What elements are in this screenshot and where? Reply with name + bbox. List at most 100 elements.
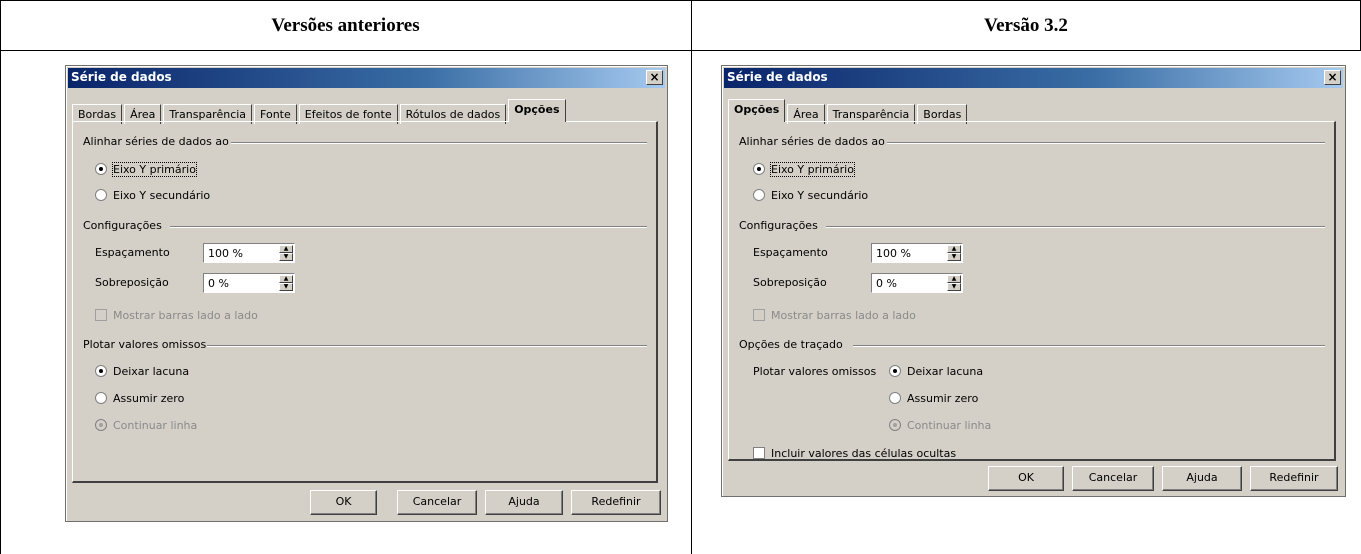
chevron-up-icon[interactable]: ▲ xyxy=(947,275,961,283)
checkbox-icon xyxy=(95,309,107,321)
divider xyxy=(207,345,647,347)
close-button[interactable]: × xyxy=(646,70,663,85)
tab-bar: Opções Área Transparência Bordas xyxy=(728,99,969,124)
radio-selected-icon xyxy=(95,365,107,377)
secondary-axis-radio[interactable]: Eixo Y secundário xyxy=(95,189,210,202)
overlap-stepper[interactable]: 0 % ▲ ▼ xyxy=(203,273,295,293)
align-group-label: Alinhar séries de dados ao xyxy=(739,135,885,148)
primary-axis-label: Eixo Y primário xyxy=(770,162,855,177)
title-bar[interactable]: Série de dados × xyxy=(724,68,1343,88)
spin-arrows: ▲ ▼ xyxy=(279,245,293,261)
divider xyxy=(887,142,1325,144)
missing-values-group-label: Plotar valores omissos xyxy=(83,338,207,351)
divider xyxy=(231,142,647,144)
dialog-title: Série de dados xyxy=(71,70,172,84)
continue-line-label: Continuar linha xyxy=(907,419,992,432)
chevron-down-icon[interactable]: ▼ xyxy=(279,283,293,291)
spin-arrows: ▲ ▼ xyxy=(279,275,293,291)
settings-group-label: Configurações xyxy=(83,219,162,232)
continue-line-radio[interactable]: Continuar linha xyxy=(889,419,991,432)
assume-zero-label: Assumir zero xyxy=(113,392,185,405)
spacing-label: Espaçamento xyxy=(95,246,170,259)
radio-selected-icon xyxy=(95,163,107,175)
leave-gap-radio[interactable]: Deixar lacuna xyxy=(95,365,189,378)
include-hidden-checkbox[interactable]: Incluir valores das células ocultas xyxy=(753,447,956,460)
spacing-value: 100 % xyxy=(208,247,243,260)
show-bars-checkbox[interactable]: Mostrar barras lado a lado xyxy=(753,309,916,322)
close-icon: × xyxy=(1327,70,1338,84)
missing-values-label: Plotar valores omissos xyxy=(753,365,877,378)
table-left-border xyxy=(0,0,1,554)
spacing-stepper[interactable]: 100 % ▲ ▼ xyxy=(871,243,963,263)
tab-options[interactable]: Opções xyxy=(508,99,566,122)
primary-axis-label: Eixo Y primário xyxy=(112,162,197,177)
continue-line-label: Continuar linha xyxy=(113,419,198,432)
cancel-button[interactable]: Cancelar xyxy=(1072,466,1154,491)
divider xyxy=(853,345,1325,347)
chevron-up-icon[interactable]: ▲ xyxy=(279,275,293,283)
continue-line-radio[interactable]: Continuar linha xyxy=(95,419,197,432)
radio-selected-icon xyxy=(889,365,901,377)
radio-icon xyxy=(95,392,107,404)
overlap-label: Sobreposição xyxy=(95,276,169,289)
dialog-title: Série de dados xyxy=(727,70,828,84)
tab-options[interactable]: Opções xyxy=(728,99,786,122)
column-header-new: Versão 3.2 xyxy=(984,15,1068,36)
ok-button[interactable]: OK xyxy=(988,466,1064,491)
cancel-button[interactable]: Cancelar xyxy=(397,490,477,515)
assume-zero-radio[interactable]: Assumir zero xyxy=(889,392,978,405)
close-icon: × xyxy=(649,70,660,84)
new-data-series-dialog: Série de dados × Opções Área Transparência… xyxy=(721,65,1346,497)
title-bar[interactable]: Série de dados × xyxy=(68,68,665,88)
help-button[interactable]: Ajuda xyxy=(485,490,563,515)
assume-zero-label: Assumir zero xyxy=(907,392,979,405)
table-column-divider xyxy=(691,0,692,554)
leave-gap-label: Deixar lacuna xyxy=(113,365,190,378)
help-button[interactable]: Ajuda xyxy=(1162,466,1242,491)
assume-zero-radio[interactable]: Assumir zero xyxy=(95,392,184,405)
show-bars-checkbox[interactable]: Mostrar barras lado a lado xyxy=(95,309,258,322)
align-group-label: Alinhar séries de dados ao xyxy=(83,135,229,148)
table-header-divider xyxy=(0,50,1361,51)
ok-button[interactable]: OK xyxy=(310,490,377,515)
spin-arrows: ▲ ▼ xyxy=(947,275,961,291)
divider xyxy=(170,226,647,228)
old-data-series-dialog: Série de dados × Bordas Área Transparência… xyxy=(65,65,668,522)
close-button[interactable]: × xyxy=(1324,70,1341,85)
spacing-value: 100 % xyxy=(876,247,911,260)
settings-group-label: Configurações xyxy=(739,219,818,232)
tab-bar: Bordas Área Transparência Fonte Efeitos de f… xyxy=(72,99,568,124)
options-panel: Alinhar séries de dados ao Eixo Y primár… xyxy=(728,121,1336,461)
spin-arrows: ▲ ▼ xyxy=(947,245,961,261)
chevron-up-icon[interactable]: ▲ xyxy=(279,245,293,253)
primary-axis-radio[interactable]: Eixo Y primário xyxy=(753,162,855,177)
leave-gap-label: Deixar lacuna xyxy=(907,365,984,378)
options-panel: Alinhar séries de dados ao Eixo Y primár… xyxy=(72,121,658,483)
spacing-stepper[interactable]: 100 % ▲ ▼ xyxy=(203,243,295,263)
secondary-axis-label: Eixo Y secundário xyxy=(113,189,211,202)
reset-button[interactable]: Redefinir xyxy=(571,490,661,515)
primary-axis-radio[interactable]: Eixo Y primário xyxy=(95,162,197,177)
table-top-border xyxy=(0,0,1361,1)
spacing-label: Espaçamento xyxy=(753,246,828,259)
overlap-stepper[interactable]: 0 % ▲ ▼ xyxy=(871,273,963,293)
column-header-old: Versões anteriores xyxy=(271,15,420,36)
secondary-axis-label: Eixo Y secundário xyxy=(771,189,869,202)
overlap-label: Sobreposição xyxy=(753,276,827,289)
leave-gap-radio[interactable]: Deixar lacuna xyxy=(889,365,983,378)
chevron-down-icon[interactable]: ▼ xyxy=(947,283,961,291)
secondary-axis-radio[interactable]: Eixo Y secundário xyxy=(753,189,868,202)
chevron-down-icon[interactable]: ▼ xyxy=(279,253,293,261)
reset-button[interactable]: Redefinir xyxy=(1250,466,1338,491)
chevron-down-icon[interactable]: ▼ xyxy=(947,253,961,261)
overlap-value: 0 % xyxy=(208,277,229,290)
radio-icon xyxy=(889,419,901,431)
checkbox-icon xyxy=(753,447,765,459)
show-bars-label: Mostrar barras lado a lado xyxy=(113,309,258,322)
show-bars-label: Mostrar barras lado a lado xyxy=(771,309,916,322)
radio-icon xyxy=(753,189,765,201)
chevron-up-icon[interactable]: ▲ xyxy=(947,245,961,253)
radio-selected-icon xyxy=(753,163,765,175)
radio-icon xyxy=(889,392,901,404)
include-hidden-label: Incluir valores das células ocultas xyxy=(771,447,957,460)
